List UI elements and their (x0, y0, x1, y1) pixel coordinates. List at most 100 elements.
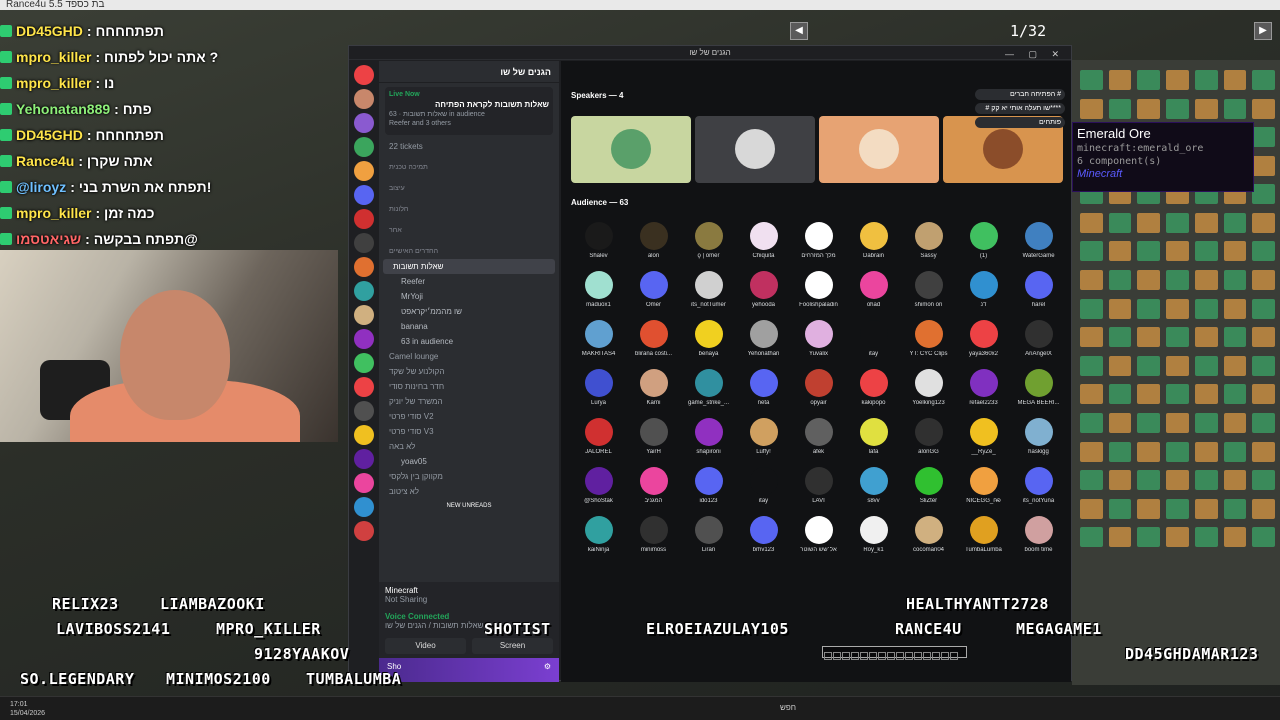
block-slot[interactable] (1137, 298, 1161, 319)
audience-member[interactable]: harel (1011, 271, 1066, 313)
block-slot[interactable] (1252, 498, 1275, 519)
block-slot[interactable] (1166, 241, 1189, 262)
next-page-button[interactable]: ▶ (1254, 22, 1272, 40)
block-slot[interactable] (1137, 498, 1161, 519)
prev-page-button[interactable]: ◀ (790, 22, 808, 40)
block-slot[interactable] (1252, 155, 1275, 176)
audience-member[interactable]: Yoelking123 (901, 369, 956, 411)
audience-member[interactable]: shimon ori (901, 271, 956, 313)
audience-member[interactable]: AriAngelX (1011, 320, 1066, 362)
block-slot[interactable] (1252, 413, 1275, 434)
block-slot[interactable] (1194, 498, 1218, 519)
audience-member[interactable]: yehooda (736, 271, 791, 313)
server-icon[interactable] (354, 281, 374, 301)
settings-gear-icon[interactable]: ⚙ (544, 662, 551, 671)
audience-member[interactable]: itay (736, 467, 791, 509)
block-slot[interactable] (1137, 355, 1161, 376)
block-slot[interactable] (1080, 70, 1103, 90)
block-slot[interactable] (1080, 527, 1103, 548)
live-stage-card[interactable]: Live Now שאלות תשובות לקראת הפתיחה שאלות… (385, 87, 553, 135)
block-slot[interactable] (1223, 327, 1247, 348)
block-slot[interactable] (1108, 527, 1132, 548)
block-slot[interactable] (1166, 98, 1189, 119)
block-slot[interactable] (1252, 384, 1275, 405)
audience-member[interactable]: __RyZe_ (956, 418, 1011, 460)
taskbar-search[interactable]: חפש (780, 703, 796, 712)
audience-member[interactable]: ohad (846, 271, 901, 313)
audience-member[interactable]: benaya (681, 320, 736, 362)
audience-member[interactable]: YT: CYC Clips (901, 320, 956, 362)
speaker-tile[interactable] (571, 116, 691, 183)
audience-member[interactable]: Yuvalix (791, 320, 846, 362)
audience-member[interactable]: blirana costi... (626, 320, 681, 362)
server-icon[interactable] (354, 65, 374, 85)
audience-member[interactable]: Karni (626, 369, 681, 411)
block-slot[interactable] (1223, 98, 1247, 119)
window-controls[interactable]: — ▢ ✕ (1005, 47, 1065, 61)
server-icon[interactable] (354, 425, 374, 445)
audience-member[interactable]: @ShoStak (571, 467, 626, 509)
block-slot[interactable] (1108, 384, 1132, 405)
audience-member[interactable]: lafa (846, 418, 901, 460)
block-slot[interactable] (1223, 498, 1247, 519)
server-icon[interactable] (354, 329, 374, 349)
block-slot[interactable] (1194, 298, 1218, 319)
audience-member[interactable]: מלך המזרחים (791, 222, 846, 264)
channel-item[interactable]: לא ציטוב (379, 484, 559, 499)
block-slot[interactable] (1252, 470, 1275, 491)
server-icon[interactable] (354, 377, 374, 397)
video-button[interactable]: Video (385, 638, 466, 654)
block-slot[interactable] (1223, 413, 1247, 434)
block-slot[interactable] (1166, 384, 1189, 405)
block-slot[interactable] (1080, 441, 1103, 462)
block-slot[interactable] (1080, 470, 1103, 491)
audience-member[interactable]: cocoman04 (901, 516, 956, 558)
audience-member[interactable]: LAVI (791, 467, 846, 509)
block-slot[interactable] (1080, 212, 1103, 233)
block-slot[interactable] (1223, 527, 1247, 548)
audience-member[interactable]: MEGA BEERI... (1011, 369, 1066, 411)
audience-member[interactable]: refael2233 (956, 369, 1011, 411)
block-slot[interactable] (1166, 298, 1189, 319)
block-slot[interactable] (1108, 355, 1132, 376)
audience-member[interactable]: maduox1 (571, 271, 626, 313)
block-slot[interactable] (1137, 470, 1161, 491)
block-slot[interactable] (1108, 70, 1132, 90)
server-icon[interactable] (354, 305, 374, 325)
block-slot[interactable] (1194, 327, 1218, 348)
block-slot[interactable] (1108, 212, 1132, 233)
block-slot[interactable] (1194, 470, 1218, 491)
audience-member[interactable]: Yehonathan (736, 320, 791, 362)
audience-member[interactable]: ido123 (681, 467, 736, 509)
block-slot[interactable] (1137, 384, 1161, 405)
block-slot[interactable] (1223, 70, 1247, 90)
block-slot[interactable] (1108, 498, 1132, 519)
block-slot[interactable] (1252, 298, 1275, 319)
audience-member[interactable]: Liran (681, 516, 736, 558)
audience-member[interactable]: המגניב (626, 467, 681, 509)
audience-member[interactable]: Omer (626, 271, 681, 313)
server-icon[interactable] (354, 449, 374, 469)
channel-item[interactable]: 22 tickets (379, 139, 559, 154)
block-slot[interactable] (1252, 441, 1275, 462)
block-slot[interactable] (1223, 270, 1247, 291)
audience-member[interactable]: shapironi (681, 418, 736, 460)
block-slot[interactable] (1166, 527, 1189, 548)
server-icon[interactable] (354, 185, 374, 205)
block-slot[interactable] (1137, 413, 1161, 434)
block-slot[interactable] (1166, 355, 1189, 376)
block-slot[interactable] (1108, 441, 1132, 462)
block-slot[interactable] (1108, 413, 1132, 434)
server-icon[interactable] (354, 209, 374, 229)
audience-member[interactable]: s8vv (846, 467, 901, 509)
block-slot[interactable] (1166, 70, 1189, 90)
audience-member[interactable]: SliZter (901, 467, 956, 509)
block-slot[interactable] (1194, 384, 1218, 405)
audience-member[interactable]: Sassy (901, 222, 956, 264)
audience-member[interactable]: game_strike_... (681, 369, 736, 411)
audience-member[interactable]: (1) (956, 222, 1011, 264)
block-slot[interactable] (1080, 298, 1103, 319)
channel-item[interactable]: שאלות תשובות (383, 259, 555, 274)
block-slot[interactable] (1108, 327, 1132, 348)
audience-member[interactable]: brhv123 (736, 516, 791, 558)
